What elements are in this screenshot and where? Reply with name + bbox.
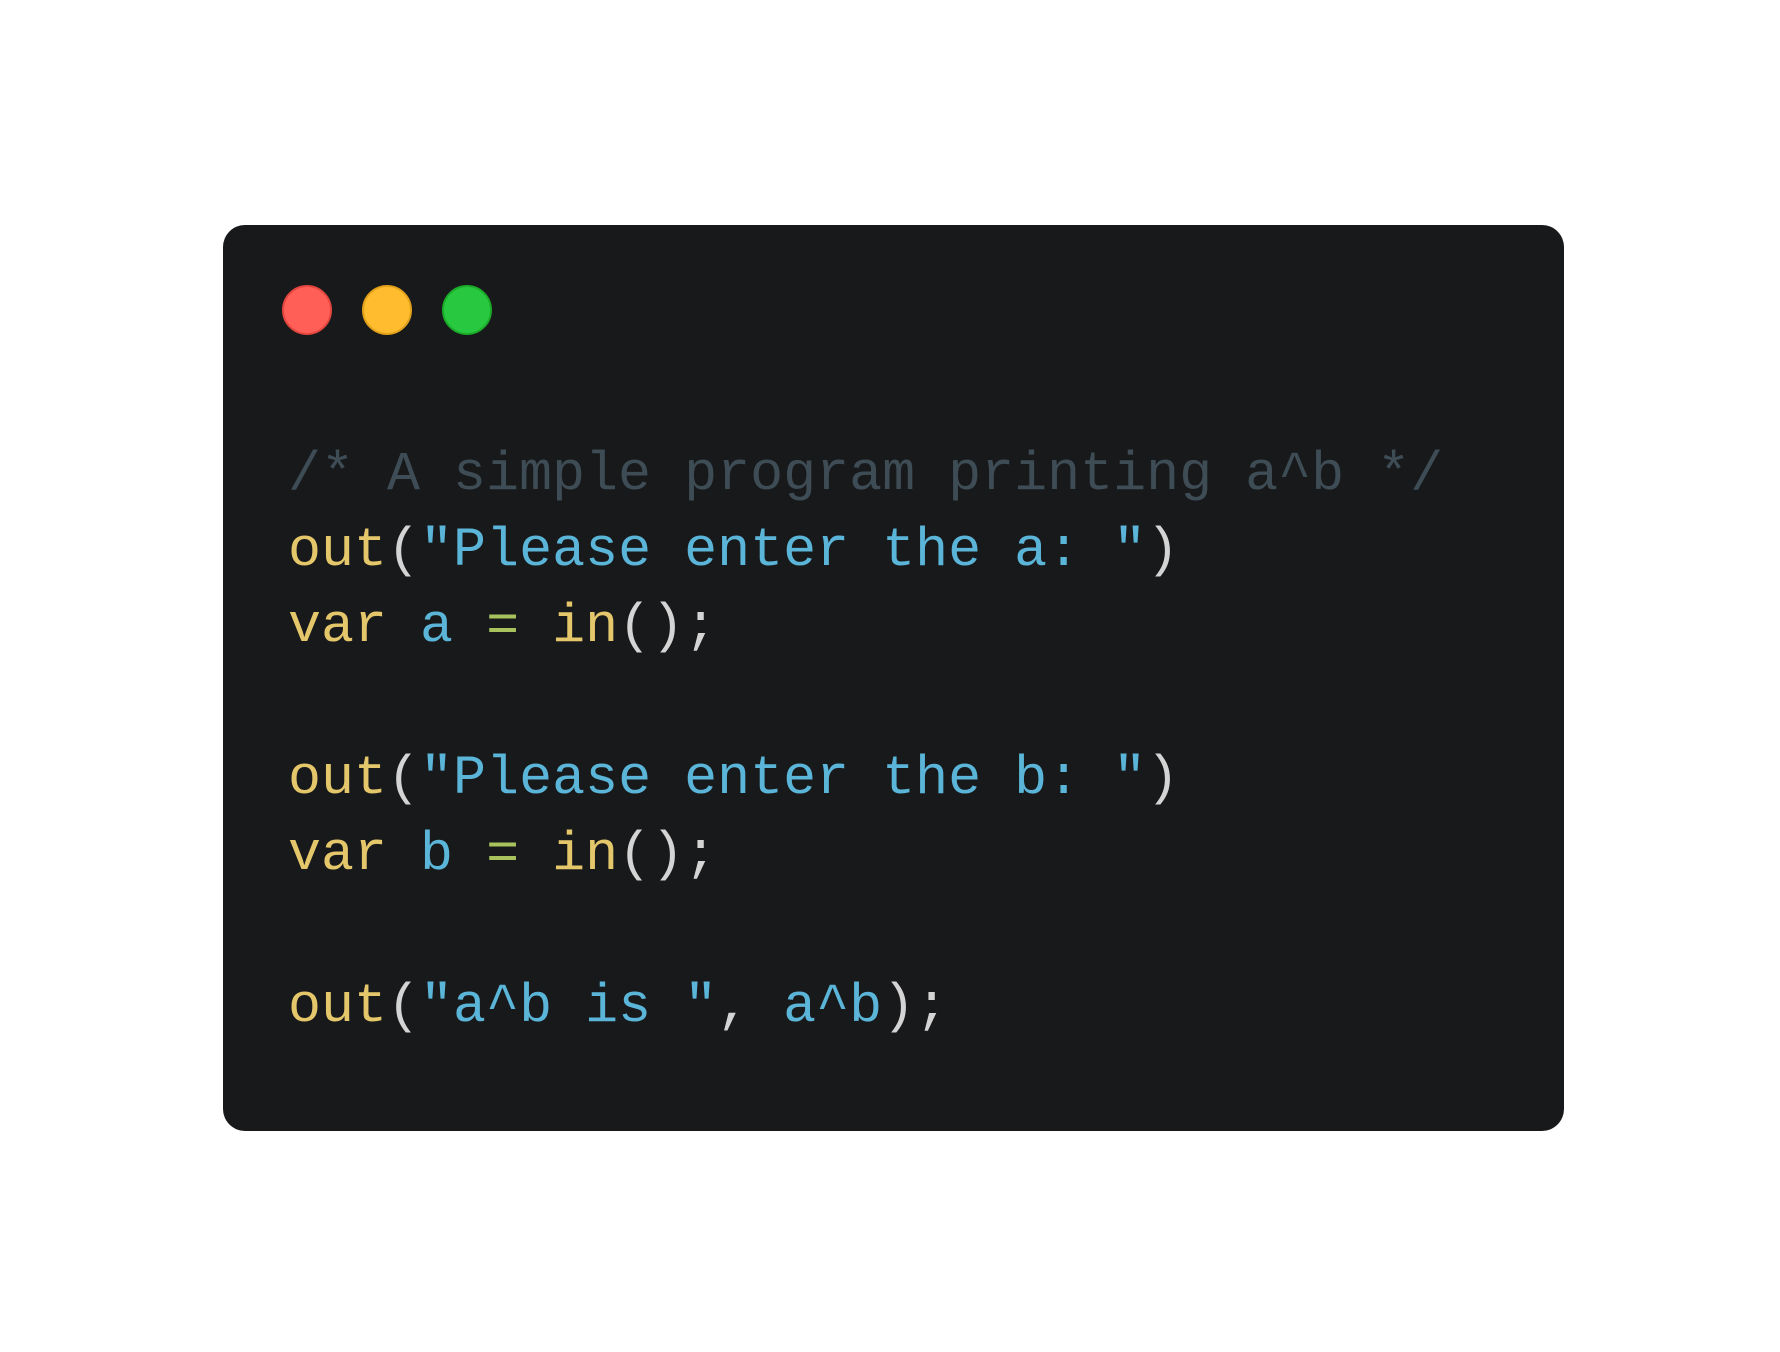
paren-close-token: ) — [1146, 747, 1180, 810]
punctuation-token: (); — [618, 595, 718, 658]
minimize-button[interactable] — [362, 285, 412, 335]
function-token: out — [288, 975, 388, 1038]
paren-open-token: ( — [387, 975, 421, 1038]
string-token: "Please enter the a: " — [420, 519, 1147, 582]
function-token: out — [288, 747, 388, 810]
identifier-token: a — [420, 595, 454, 658]
expression-token: a^b — [783, 975, 883, 1038]
code-block: /* A simple program printing a^b */out("… — [288, 437, 1443, 1045]
keyword-token: var — [288, 595, 388, 658]
string-token: "Please enter the b: " — [420, 747, 1147, 810]
code-line-comment: /* A simple program printing a^b */ — [288, 437, 1443, 513]
code-line-out-a: out("Please enter the a: ") — [288, 513, 1443, 589]
punctuation-token: ); — [882, 975, 949, 1038]
paren-open-token: ( — [387, 747, 421, 810]
function-token: in — [552, 595, 619, 658]
punctuation-token: (); — [618, 823, 718, 886]
code-window: /* A simple program printing a^b */out("… — [223, 225, 1564, 1131]
code-line-var-b: var b = in(); — [288, 817, 1443, 893]
comma-token: , — [717, 975, 751, 1038]
string-token: "a^b is " — [420, 975, 718, 1038]
identifier-token: b — [420, 823, 454, 886]
operator-token: = — [486, 595, 520, 658]
code-line-var-a: var a = in(); — [288, 589, 1443, 665]
code-line-out-b: out("Please enter the b: ") — [288, 741, 1443, 817]
zoom-button[interactable] — [442, 285, 492, 335]
keyword-token: var — [288, 823, 388, 886]
function-token: out — [288, 519, 388, 582]
code-line-out-result: out("a^b is ", a^b); — [288, 969, 1443, 1045]
close-button[interactable] — [282, 285, 332, 335]
operator-token: = — [486, 823, 520, 886]
function-token: in — [552, 823, 619, 886]
paren-open-token: ( — [387, 519, 421, 582]
comment-token: /* A simple program printing a^b */ — [288, 443, 1444, 506]
paren-close-token: ) — [1146, 519, 1180, 582]
window-controls — [282, 285, 492, 335]
